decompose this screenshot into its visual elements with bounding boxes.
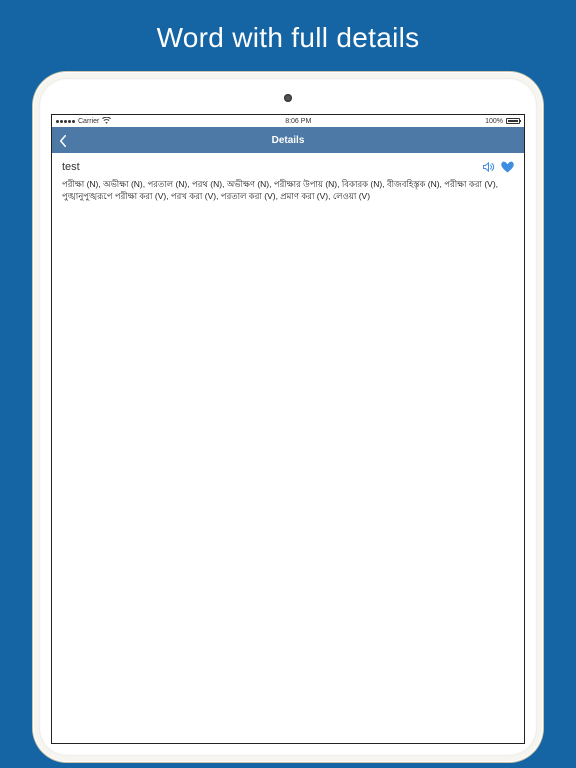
details-content: test পরীক্ষা bbox=[52, 153, 524, 211]
back-button[interactable] bbox=[58, 135, 68, 145]
pronounce-button[interactable] bbox=[481, 161, 495, 173]
wifi-icon bbox=[102, 117, 111, 126]
battery-icon bbox=[506, 118, 520, 124]
battery-percent: 100% bbox=[485, 118, 503, 125]
favorite-button[interactable] bbox=[501, 161, 514, 173]
status-bar: Carrier 8:06 PM 100% bbox=[52, 115, 524, 127]
clock: 8:06 PM bbox=[285, 118, 311, 125]
signal-icon bbox=[56, 120, 75, 123]
chevron-left-icon bbox=[58, 135, 68, 147]
app-screen: Carrier 8:06 PM 100% Details test bbox=[51, 114, 525, 744]
headword: test bbox=[62, 161, 80, 173]
nav-title: Details bbox=[272, 135, 305, 146]
definition-text: পরীক্ষা (N), অভীক্ষা (N), পরতাল (N), পরথ… bbox=[62, 178, 514, 203]
word-header-row: test bbox=[62, 161, 514, 173]
promo-title: Word with full details bbox=[0, 0, 576, 72]
speaker-icon bbox=[481, 161, 495, 173]
tablet-frame: Carrier 8:06 PM 100% Details test bbox=[33, 72, 543, 762]
device-camera bbox=[284, 94, 292, 102]
nav-bar: Details bbox=[52, 127, 524, 153]
carrier-label: Carrier bbox=[78, 118, 99, 125]
heart-icon bbox=[501, 161, 514, 173]
